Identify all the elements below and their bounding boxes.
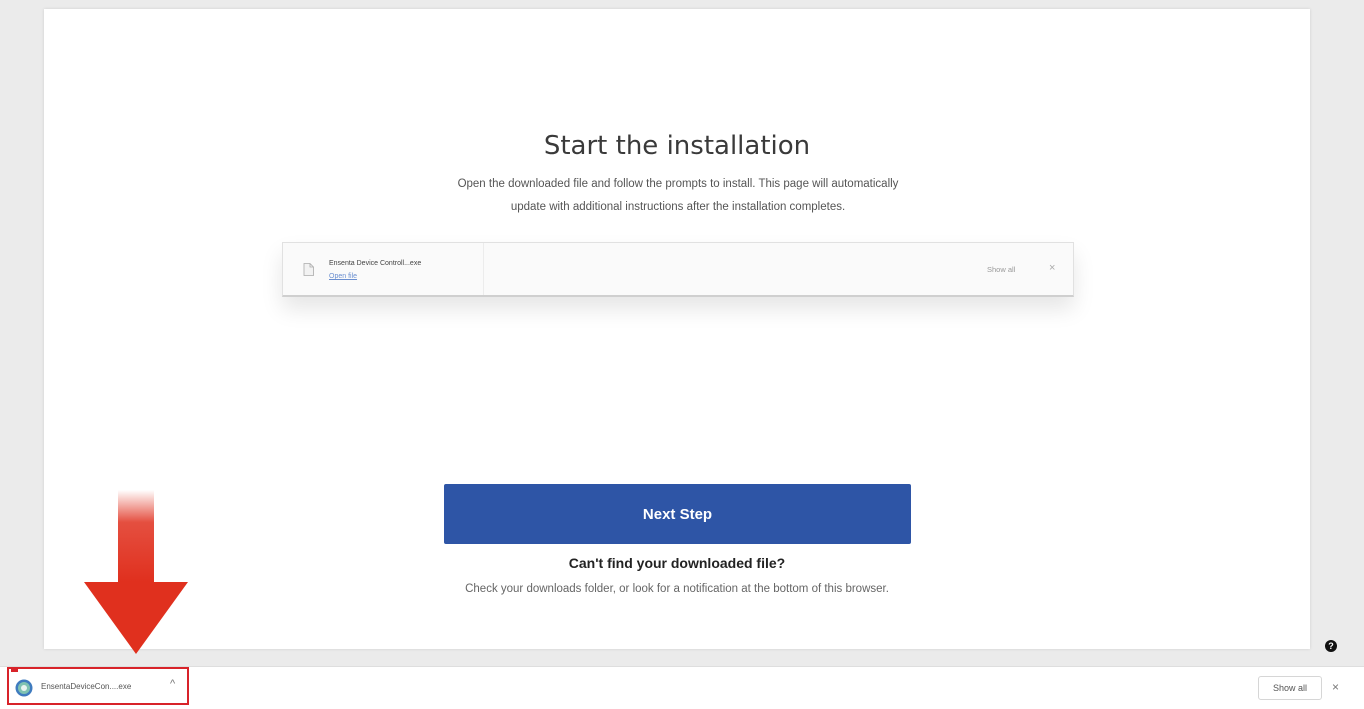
- down-arrow-icon: [84, 490, 188, 654]
- browser-download-bar: EnsentaDeviceCon....exe ^: [0, 666, 1364, 709]
- app-icon: [15, 679, 33, 697]
- preview-file-name: Ensenta Device Controll...exe: [329, 260, 422, 267]
- page-subtitle: Open the downloaded file and follow the …: [404, 173, 952, 219]
- download-item[interactable]: EnsentaDeviceCon....exe ^: [7, 667, 189, 705]
- download-file-name: EnsentaDeviceCon....exe: [41, 682, 132, 691]
- page-title: Start the installation: [543, 131, 811, 161]
- subtitle-line-1: Open the downloaded file and follow the …: [457, 178, 899, 190]
- highlight-marker: [11, 669, 18, 672]
- preview-show-all: Show all: [987, 265, 1016, 274]
- preview-close-icon: ×: [1049, 262, 1056, 274]
- install-page: Start the installation Open the download…: [44, 9, 1310, 649]
- close-icon[interactable]: ×: [1332, 680, 1339, 694]
- next-step-button[interactable]: Next Step: [444, 484, 911, 544]
- show-all-button[interactable]: Show all: [1258, 676, 1322, 700]
- help-heading: Can't find your downloaded file?: [568, 555, 786, 571]
- file-icon: [303, 263, 314, 276]
- help-text: Check your downloads folder, or look for…: [465, 583, 889, 595]
- help-question-icon[interactable]: ?: [1325, 640, 1337, 652]
- preview-download-item: Ensenta Device Controll...exe Open file: [283, 243, 484, 295]
- preview-open-file-link: Open file: [329, 273, 358, 280]
- chevron-up-icon[interactable]: ^: [170, 678, 175, 690]
- subtitle-line-2: update with additional instructions afte…: [510, 201, 846, 213]
- download-bar-preview-image: Ensenta Device Controll...exe Open file …: [282, 242, 1074, 297]
